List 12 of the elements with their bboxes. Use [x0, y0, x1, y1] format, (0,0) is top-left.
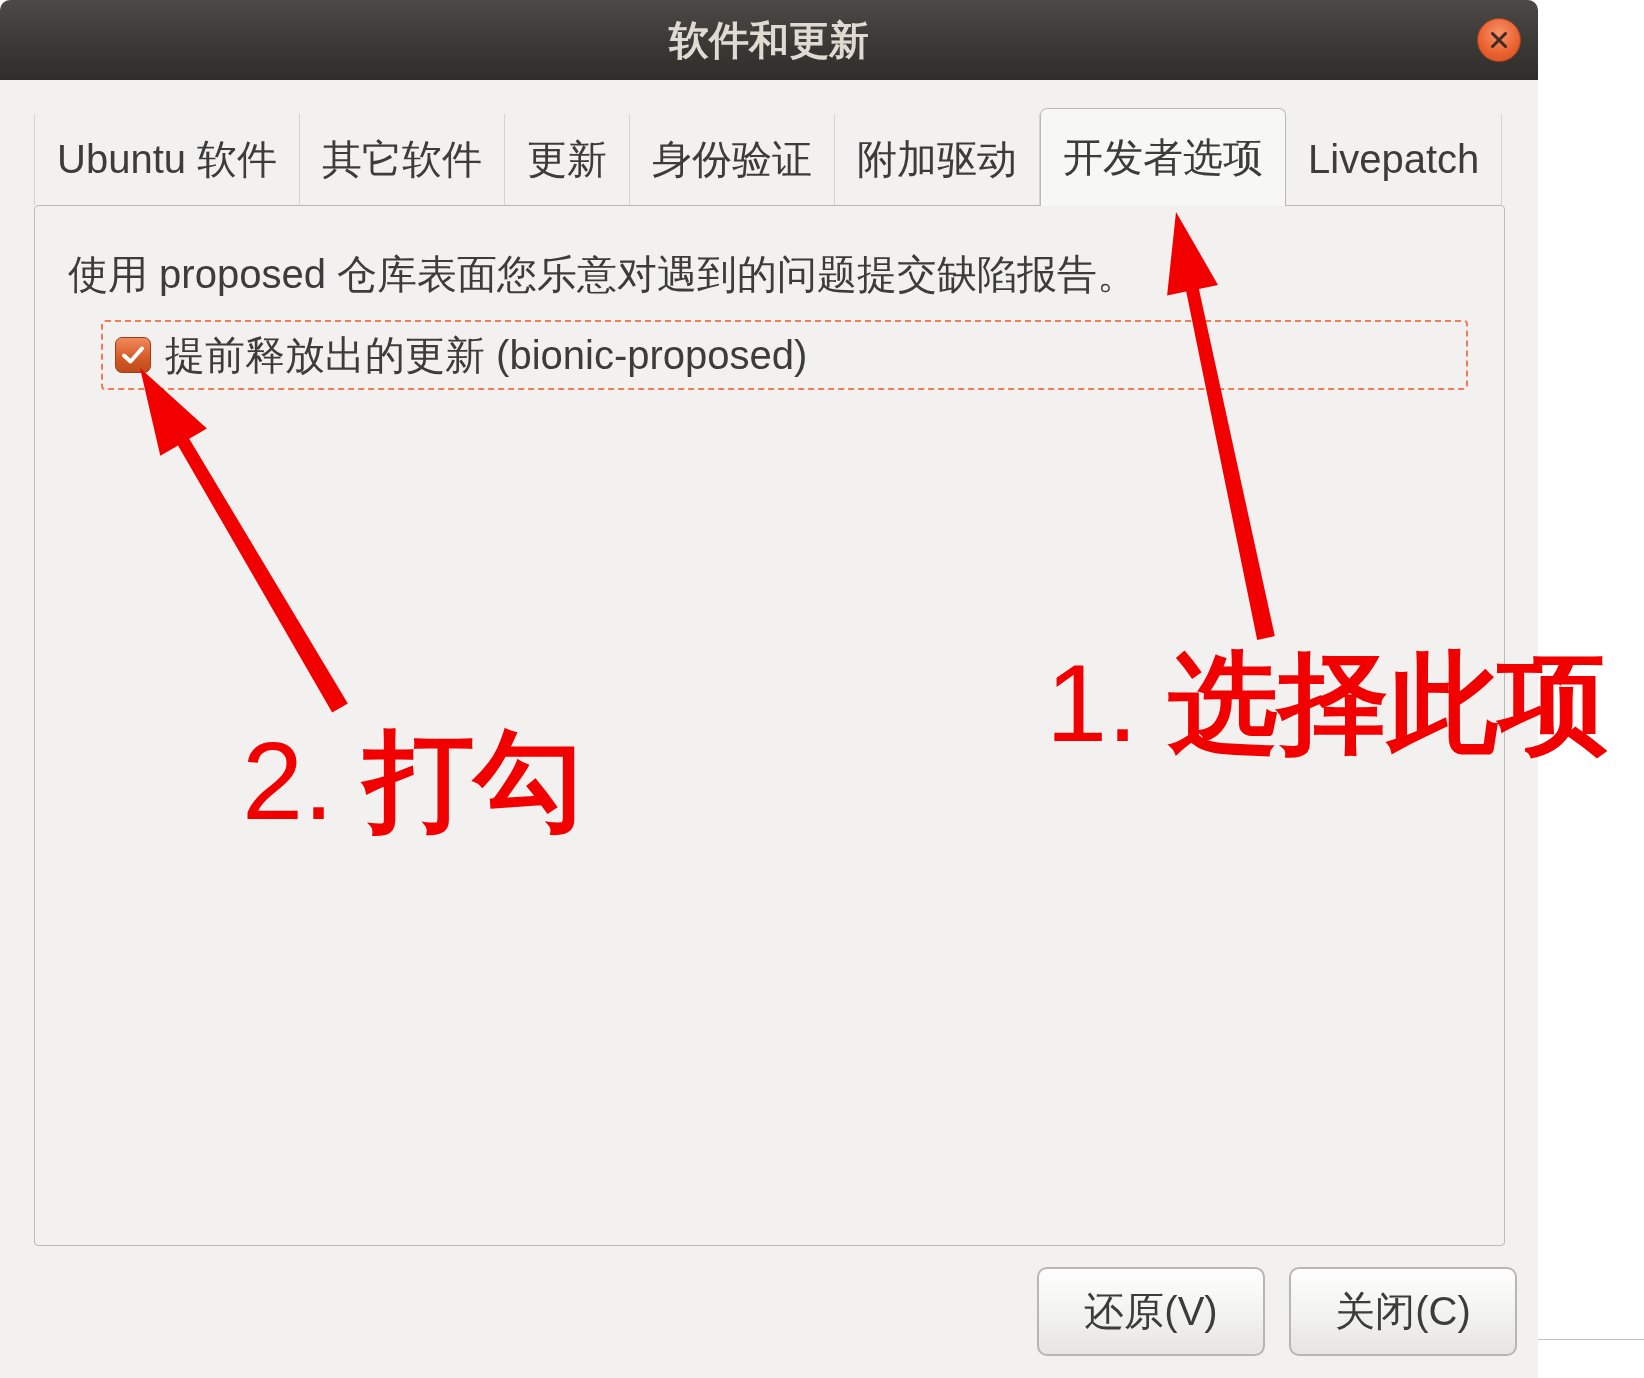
close-button[interactable] [1477, 18, 1521, 62]
annotation-label: 1. 选择此项 [1046, 648, 1609, 758]
dialog-button[interactable]: 还原(V) [1037, 1267, 1265, 1356]
checkmark-icon [121, 345, 145, 365]
close-icon [1491, 32, 1507, 48]
tab[interactable]: 开发者选项 [1040, 108, 1287, 206]
window-title: 软件和更新 [669, 17, 869, 64]
checkbox[interactable] [115, 337, 151, 373]
description-text: 使用 proposed 仓库表面您乐意对遇到的问题提交缺陷报告。 [68, 251, 1139, 298]
annotation-label: 2. 打勾 [242, 726, 585, 836]
checkbox-label: 提前释放出的更新 (bionic-proposed) [165, 332, 808, 379]
dialog-button[interactable]: 关闭(C) [1289, 1267, 1517, 1356]
